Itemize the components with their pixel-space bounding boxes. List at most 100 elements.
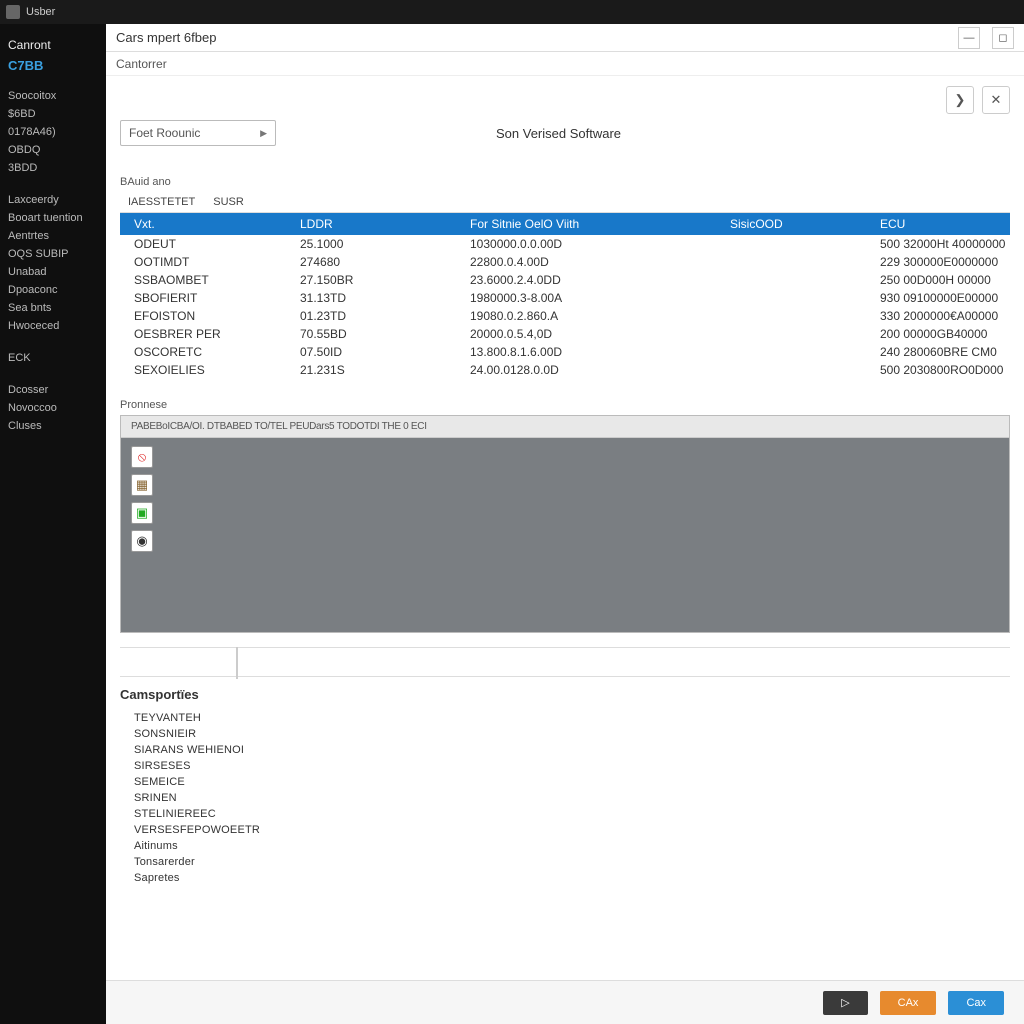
table-row[interactable]: OESBRER PER70.55BD20000.0.5.4,0D200 0000… [120, 325, 1010, 343]
titlebar-label: Usber [26, 6, 55, 18]
cell: 24.00.0128.0.0D [470, 363, 730, 377]
component-item[interactable]: SIRSESES [134, 758, 1010, 774]
chevron-right-icon: ▶ [260, 128, 267, 139]
table-header-row: Vxt. LDDR For Sitnie OelO Viith SisicOOD… [120, 213, 1010, 235]
ok-button[interactable]: Cax [948, 991, 1004, 1015]
cell: SBOFIERIT [120, 291, 300, 305]
sidebar-heading: Canront [0, 34, 106, 56]
cell: SSBAOMBET [120, 273, 300, 287]
filter-dropdown[interactable]: Foet Roounic ▶ [120, 120, 276, 146]
minimize-button[interactable]: — [958, 27, 980, 49]
sidebar-item[interactable]: Booart tuention [0, 209, 106, 227]
sidebar-item[interactable]: Aentrtes [0, 227, 106, 245]
cell: OESBRER PER [120, 327, 300, 341]
table-row[interactable]: SEXOIELIES21.231S24.00.0128.0.0D500 2030… [120, 361, 1010, 379]
sidebar-item[interactable]: Soocoitox [0, 87, 106, 105]
component-item[interactable]: SONSNIEIR [134, 726, 1010, 742]
window-titlebar: Usber [0, 0, 1024, 24]
sidebar-brand[interactable]: C7BB [0, 56, 106, 83]
sidebar-item[interactable]: Cluses [0, 417, 106, 435]
dropdown-label: Foet Roounic [129, 126, 200, 140]
table-row[interactable]: EFOISTON01.23TD19080.0.2.860.A 330 200000… [120, 307, 1010, 325]
component-item[interactable]: Tonsarerder [134, 854, 1010, 870]
cell: 27.150BR [300, 273, 470, 287]
back-icon[interactable]: ❯ [946, 86, 974, 114]
cell: 13.800.8.1.6.00D [470, 345, 730, 359]
splitter-handle[interactable] [236, 647, 238, 679]
component-item[interactable]: Sapretes [134, 870, 1010, 886]
sidebar-item[interactable]: Sea bnts [0, 299, 106, 317]
run-button[interactable]: ▷ [823, 991, 867, 1015]
preview-panel: PABEBoICBA/OI. DTBABED TO/TEL PEUDars5 T… [120, 415, 1010, 633]
cancel-button[interactable]: CAx [880, 991, 937, 1015]
table-row[interactable]: ODEUT25.10001030000.0.0.00D 500 32000Ht 4… [120, 235, 1010, 253]
tab[interactable]: IAESSTETET [128, 196, 195, 208]
play-icon[interactable]: ▣ [131, 502, 153, 524]
close-icon[interactable]: ✕ [982, 86, 1010, 114]
component-item[interactable]: TeyVANTEH [134, 710, 1010, 726]
component-item[interactable]: VersEsFEPOWOEETR [134, 822, 1010, 838]
cell: 07.50ID [300, 345, 470, 359]
col-header[interactable]: SisicOOD [730, 217, 880, 231]
cell: 25.1000 [300, 237, 470, 251]
cell: 01.23TD [300, 309, 470, 323]
col-header[interactable]: ECU [880, 217, 1010, 231]
cell: 229 300000E0000000 [880, 255, 1010, 269]
cell: 70.55BD [300, 327, 470, 341]
component-item[interactable]: SEMEICE [134, 774, 1010, 790]
cell: 22800.0.4.00D [470, 255, 730, 269]
table-row[interactable]: SSBAOMBET27.150BR23.6000.2.4.0DD250 00D0… [120, 271, 1010, 289]
table-row[interactable]: SBOFIERIT31.13TD1980000.3-8.00A930 09100… [120, 289, 1010, 307]
sidebar-item[interactable]: Hwoceced [0, 317, 106, 335]
cell: EFOISTON [120, 309, 300, 323]
sidebar: Canront C7BB Soocoitox$6BD0178A46)OBDQ3B… [0, 24, 106, 1024]
maximize-button[interactable]: ◻ [992, 27, 1014, 49]
cell: 1030000.0.0.00D [470, 237, 730, 251]
sub-header-label: Cantorrer [116, 57, 167, 71]
component-item[interactable]: Siarans WEHIENOI [134, 742, 1010, 758]
cell: OSCORETC [120, 345, 300, 359]
cell: 21.231S [300, 363, 470, 377]
refresh-icon[interactable]: ◉ [131, 530, 153, 552]
sidebar-item[interactable]: Novoccoo [0, 399, 106, 417]
cell: 500 32000Ht 40000000 [880, 237, 1010, 251]
cell: ODEUT [120, 237, 300, 251]
col-header[interactable]: Vxt. [120, 217, 300, 231]
cell: 330 2000000€A00000 [880, 309, 1010, 323]
preview-label: Pronnese [120, 399, 1010, 411]
component-item[interactable]: Aitinums [134, 838, 1010, 854]
sidebar-item[interactable]: Laxceerdy [0, 191, 106, 209]
table-section-label: BAuid ano [120, 176, 1010, 188]
component-item[interactable]: SRINEN [134, 790, 1010, 806]
table-row[interactable]: OSCORETC07.50ID13.800.8.1.6.00D 240 28006… [120, 343, 1010, 361]
col-header[interactable]: LDDR [300, 217, 470, 231]
sidebar-item[interactable]: 0178A46) [0, 123, 106, 141]
sidebar-item[interactable]: 3BDD [0, 159, 106, 177]
component-item[interactable]: STELINIEREEC [134, 806, 1010, 822]
sidebar-item[interactable]: Unabad [0, 263, 106, 281]
cell: 31.13TD [300, 291, 470, 305]
doc-icon[interactable]: ▦ [131, 474, 153, 496]
software-label: Son Verised Software [496, 126, 621, 141]
col-header[interactable]: For Sitnie OelO Viith [470, 217, 730, 231]
cell: SEXOIELIES [120, 363, 300, 377]
tab[interactable]: SUSR [213, 196, 244, 208]
cell: 240 280060BRE CM0 [880, 345, 1010, 359]
cell: OOTIMDT [120, 255, 300, 269]
splitter[interactable] [120, 647, 1010, 677]
cell: 19080.0.2.860.A [470, 309, 730, 323]
cell: 20000.0.5.4,0D [470, 327, 730, 341]
stop-icon[interactable]: ⦸ [131, 446, 153, 468]
page-title: Cars mpert 6fbep [116, 30, 216, 45]
table-row[interactable]: OOTIMDT27468022800.0.4.00D 229 300000E000… [120, 253, 1010, 271]
sidebar-item[interactable]: $6BD [0, 105, 106, 123]
sidebar-item[interactable]: OQS SUBIP [0, 245, 106, 263]
sidebar-item[interactable]: ECK [0, 349, 106, 367]
cell: 274680 [300, 255, 470, 269]
sidebar-item[interactable]: OBDQ [0, 141, 106, 159]
sidebar-item[interactable]: Dcosser [0, 381, 106, 399]
cell: 930 09100000E00000 [880, 291, 1010, 305]
sub-header: Cantorrer [106, 52, 1024, 76]
data-table: Vxt. LDDR For Sitnie OelO Viith SisicOOD… [120, 213, 1010, 379]
sidebar-item[interactable]: Dpoaconc [0, 281, 106, 299]
